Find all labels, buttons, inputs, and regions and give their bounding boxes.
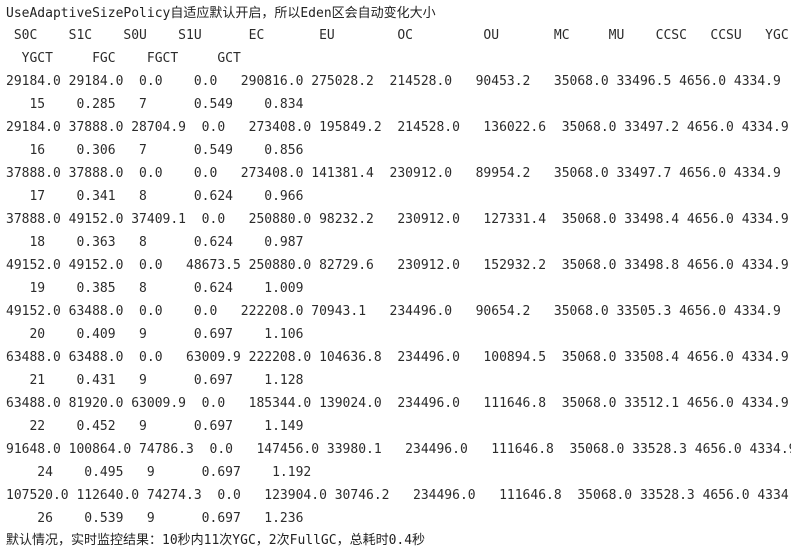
column-header-row-2: YGCT FGC FGCT GCT <box>6 51 241 66</box>
sample-row-10-line-2: 26 0.539 9 0.697 1.236 <box>6 511 304 526</box>
sample-row-5-line-1: 49152.0 49152.0 0.0 48673.5 250880.0 827… <box>6 258 789 273</box>
page-title: UseAdaptiveSizePolicy自适应默认开启，所以Eden区会自动变… <box>6 6 436 21</box>
sample-row-3-line-2: 17 0.341 8 0.624 0.966 <box>6 189 304 204</box>
sample-row-2-line-1: 29184.0 37888.0 28704.9 0.0 273408.0 195… <box>6 120 789 135</box>
sample-row-8-line-1: 63488.0 81920.0 63009.9 0.0 185344.0 139… <box>6 396 789 411</box>
sample-row-1-line-2: 15 0.285 7 0.549 0.834 <box>6 97 304 112</box>
jstat-output-panel: UseAdaptiveSizePolicy自适应默认开启，所以Eden区会自动变… <box>0 0 791 555</box>
sample-row-1-line-1: 29184.0 29184.0 0.0 0.0 290816.0 275028.… <box>6 74 781 89</box>
sample-row-2-line-2: 16 0.306 7 0.549 0.856 <box>6 143 304 158</box>
sample-row-6-line-2: 20 0.409 9 0.697 1.106 <box>6 327 304 342</box>
summary-footer: 默认情况，实时监控结果：10秒内11次YGC，2次FullGC，总耗时0.4秒 <box>6 533 426 548</box>
column-header-row-1: S0C S1C S0U S1U EC EU OC OU MC MU CCSC C… <box>6 28 789 43</box>
sample-row-6-line-1: 49152.0 63488.0 0.0 0.0 222208.0 70943.1… <box>6 304 781 319</box>
sample-row-4-line-1: 37888.0 49152.0 37409.1 0.0 250880.0 982… <box>6 212 789 227</box>
sample-row-9-line-1: 91648.0 100864.0 74786.3 0.0 147456.0 33… <box>6 442 791 457</box>
sample-row-5-line-2: 19 0.385 8 0.624 1.009 <box>6 281 304 296</box>
sample-row-3-line-1: 37888.0 37888.0 0.0 0.0 273408.0 141381.… <box>6 166 781 181</box>
sample-row-7-line-2: 21 0.431 9 0.697 1.128 <box>6 373 304 388</box>
sample-row-8-line-2: 22 0.452 9 0.697 1.149 <box>6 419 304 434</box>
sample-row-7-line-1: 63488.0 63488.0 0.0 63009.9 222208.0 104… <box>6 350 789 365</box>
sample-row-10-line-1: 107520.0 112640.0 74274.3 0.0 123904.0 3… <box>6 488 791 503</box>
sample-row-9-line-2: 24 0.495 9 0.697 1.192 <box>6 465 312 480</box>
sample-row-4-line-2: 18 0.363 8 0.624 0.987 <box>6 235 304 250</box>
